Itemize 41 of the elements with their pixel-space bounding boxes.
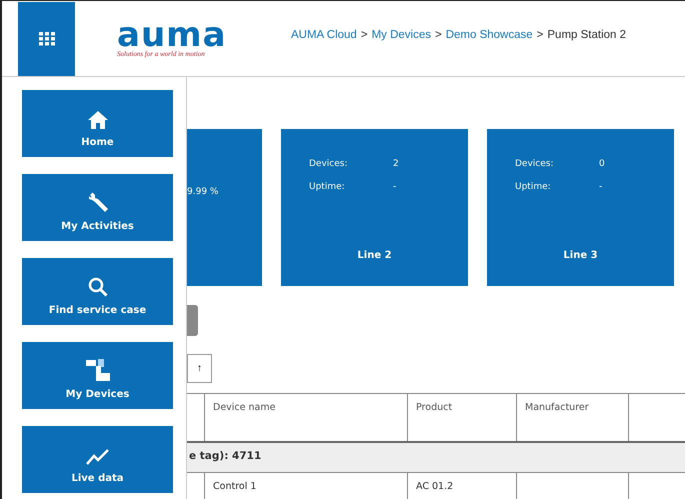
- uptime-label: Uptime:: [515, 182, 552, 192]
- column-header[interactable]: Device name: [205, 394, 408, 441]
- uptime-label: Uptime:: [309, 182, 346, 192]
- card-title: Line 3: [563, 250, 598, 262]
- devices-label: Devices:: [309, 159, 349, 169]
- uptime-value: -: [599, 182, 604, 192]
- breadcrumb-link[interactable]: AUMA Cloud: [291, 28, 357, 40]
- breadcrumb-link[interactable]: Demo Showcase: [446, 28, 533, 40]
- menu-tile[interactable]: Live data: [22, 426, 173, 493]
- logo-wordmark: auma: [117, 20, 228, 50]
- table-cell: Control 1: [205, 473, 408, 499]
- menu-tile[interactable]: My Devices: [22, 342, 173, 409]
- menu-tile[interactable]: Home: [22, 90, 173, 157]
- sort-button[interactable]: ↑: [187, 354, 212, 383]
- breadcrumb-link[interactable]: My Devices: [372, 28, 431, 40]
- line-chart-icon: [86, 449, 110, 465]
- apps-menu-button[interactable]: [18, 2, 75, 76]
- grid-icon: [38, 32, 54, 46]
- line-card[interactable]: 9.99 %: [187, 129, 262, 286]
- breadcrumb-separator: >: [435, 28, 442, 40]
- uptime-value: 9.99 %: [187, 187, 218, 197]
- wrench-icon: [86, 191, 108, 213]
- column-header[interactable]: Manufacturer: [517, 394, 629, 441]
- devices-value: 0: [599, 159, 606, 169]
- breadcrumb-separator: >: [360, 28, 368, 40]
- group-row: e tag): 4711: [187, 443, 685, 472]
- search-icon: [88, 277, 108, 297]
- menu-tile[interactable]: My Activities: [22, 174, 173, 241]
- table-cell: AC 01.2: [408, 473, 517, 499]
- devices-value: 2: [393, 159, 400, 169]
- uptime-value: -: [393, 182, 398, 192]
- home-icon: [88, 111, 108, 129]
- devices-label: Devices:: [515, 159, 555, 169]
- line-card[interactable]: Devices: 0 Uptime: - Line 3: [487, 129, 674, 286]
- breadcrumb-current: Pump Station 2: [547, 28, 626, 40]
- menu-tile[interactable]: Find service case: [22, 258, 173, 325]
- line-card[interactable]: Devices: 2 Uptime: - Line 2: [281, 129, 468, 286]
- column-header[interactable]: Product: [408, 394, 517, 441]
- card-title: Line 2: [357, 250, 392, 262]
- breadcrumb-separator: >: [536, 28, 544, 40]
- devices-icon: [86, 359, 110, 381]
